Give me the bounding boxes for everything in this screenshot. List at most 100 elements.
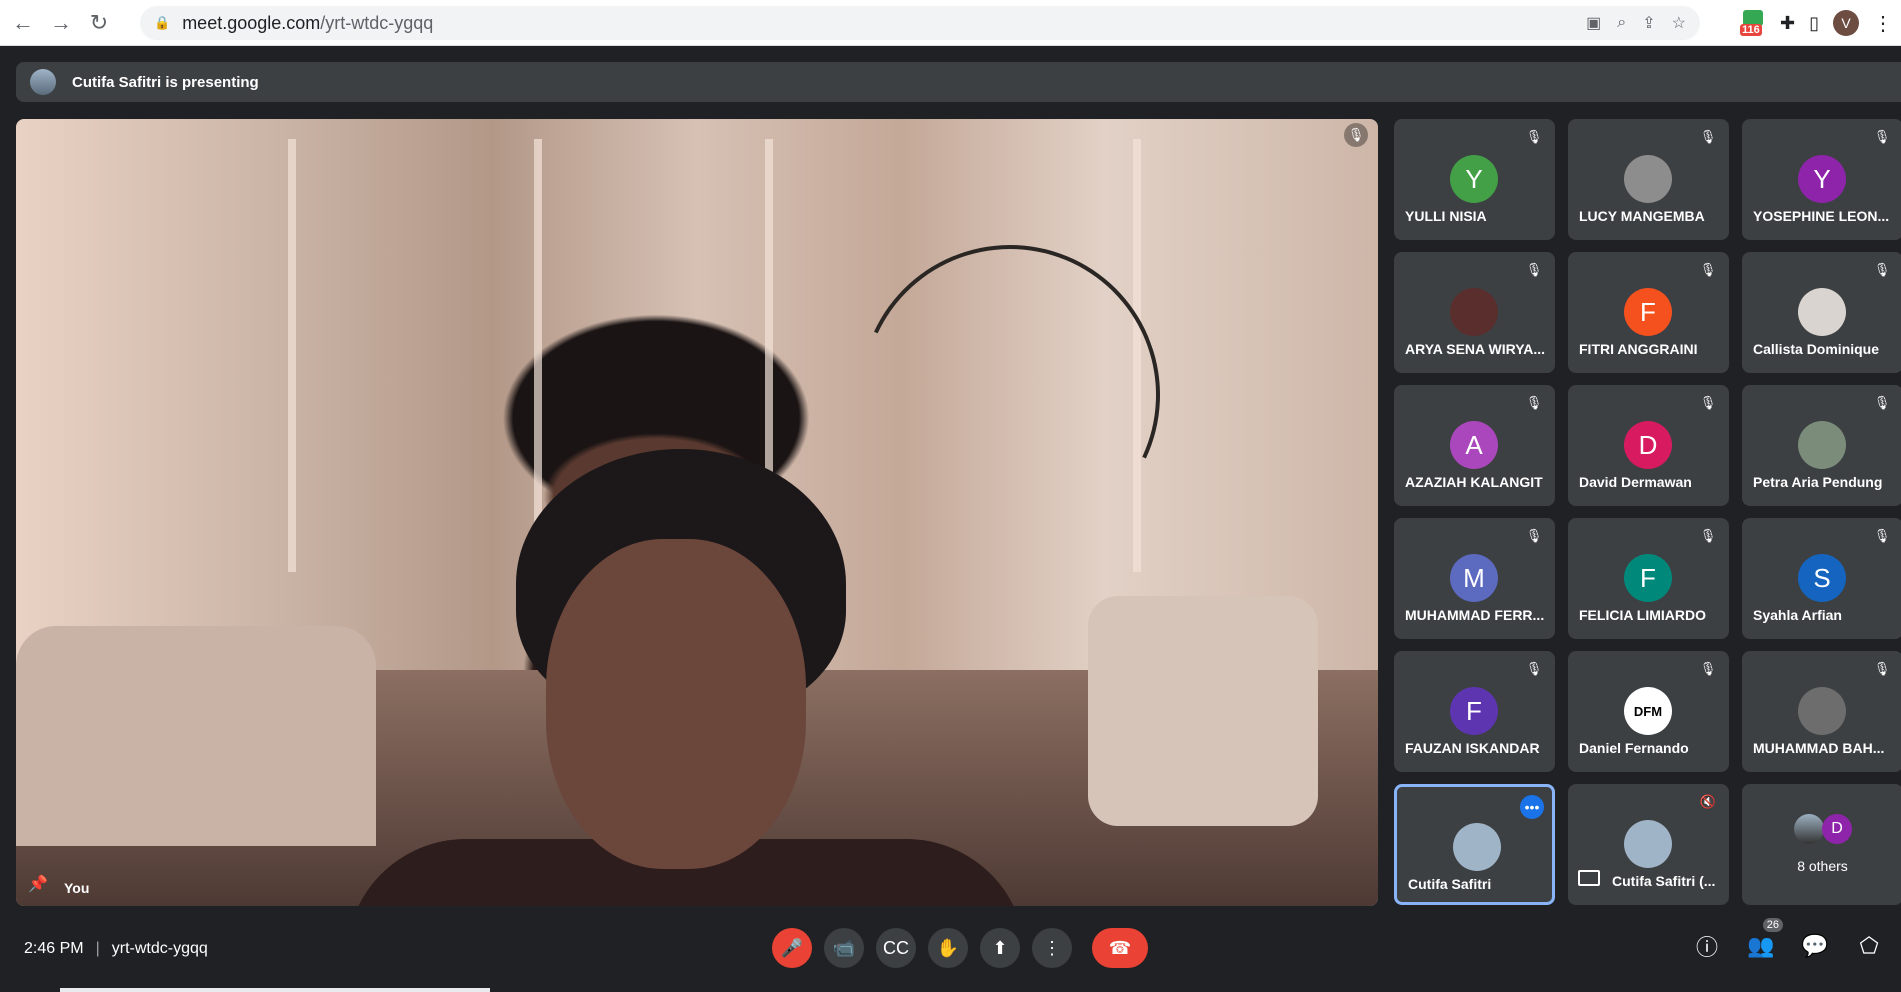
participant-name: LUCY MANGEMBA <box>1579 208 1705 224</box>
participant-name: Cutifa Safitri <box>1408 876 1492 892</box>
participant-name: Callista Dominique <box>1753 341 1880 357</box>
mic-off-icon: 🎙 <box>1699 395 1717 410</box>
bottom-bar: 2:46 PM | yrt-wtdc-ygqq 🎤 📹 CC ✋ ⬆ ⋮ ☎ ⓘ… <box>0 912 1901 992</box>
sidepanel-icon[interactable]: ▯ <box>1809 13 1819 34</box>
participant-tile[interactable]: DFM Daniel Fernando 🎙 <box>1568 651 1729 772</box>
pin-icon[interactable]: 📌 <box>28 874 48 896</box>
captions-button[interactable]: CC <box>876 928 916 968</box>
main-video[interactable]: 🎙 📌 You <box>16 119 1378 906</box>
participant-tile[interactable]: M MUHAMMAD FERR... 🎙 <box>1394 518 1555 639</box>
participant-avatar <box>1624 820 1672 868</box>
participant-tile[interactable]: D David Dermawan 🎙 <box>1568 385 1729 506</box>
present-button[interactable]: ⬆ <box>980 928 1020 968</box>
participant-name: Daniel Fernando <box>1579 740 1689 756</box>
mic-off-icon: 🎙 <box>1699 129 1717 144</box>
mic-off-icon: 🎙 <box>1873 129 1891 144</box>
participant-tile[interactable]: Cutifa Safitri (... 🔇 <box>1568 784 1729 905</box>
participant-name: YOSEPHINE LEON... <box>1753 208 1890 224</box>
participant-name: Cutifa Safitri (... <box>1612 873 1716 889</box>
participant-tile[interactable]: A AZAZIAH KALANGIT 🎙 <box>1394 385 1555 506</box>
person-face <box>546 539 806 869</box>
profile-avatar[interactable]: V <box>1833 10 1859 36</box>
chat-icon[interactable]: 💬 <box>1801 932 1829 960</box>
camera-icon[interactable]: ▣ <box>1586 13 1601 33</box>
participant-name: ARYA SENA WIRYA... <box>1405 341 1546 357</box>
camera-toggle-button[interactable]: 📹 <box>824 928 864 968</box>
address-bar[interactable]: 🔒 meet.google.com/yrt-wtdc-ygqq ▣ ⌕ ⇪ ☆ <box>140 6 1700 40</box>
mic-off-icon: 🎙 <box>1525 661 1543 676</box>
meeting-code: yrt-wtdc-ygqq <box>111 940 208 957</box>
participant-avatar: F <box>1624 288 1672 336</box>
participant-tile[interactable]: Y YOSEPHINE LEON... 🎙 <box>1742 119 1901 240</box>
mic-off-icon: 🎙 <box>1525 528 1543 543</box>
raise-hand-button[interactable]: ✋ <box>928 928 968 968</box>
star-icon[interactable]: ☆ <box>1672 13 1686 33</box>
leave-call-button[interactable]: ☎ <box>1092 928 1148 968</box>
participant-avatar: F <box>1450 687 1498 735</box>
present-icon <box>1578 870 1600 886</box>
participant-avatar: F <box>1624 554 1672 602</box>
extension-icon[interactable]: 116 <box>1740 8 1766 38</box>
participant-name: YULLI NISIA <box>1405 208 1487 224</box>
participant-tile[interactable]: ARYA SENA WIRYA... 🎙 <box>1394 252 1555 373</box>
participant-tile[interactable]: F FITRI ANGGRAINI 🎙 <box>1568 252 1729 373</box>
participant-tile[interactable]: Cutifa Safitri ••• <box>1394 784 1555 905</box>
mic-off-icon: 🎙 <box>1873 661 1891 676</box>
others-label: 8 others <box>1797 858 1848 874</box>
others-tile[interactable]: D 8 others <box>1742 784 1901 905</box>
forward-icon[interactable]: → <box>46 8 76 38</box>
more-options-button[interactable]: ⋮ <box>1032 928 1072 968</box>
url-text: meet.google.com/yrt-wtdc-ygqq <box>182 12 434 33</box>
participant-name: FITRI ANGGRAINI <box>1579 341 1698 357</box>
scrollbar[interactable] <box>60 988 490 992</box>
mic-toggle-button[interactable]: 🎤 <box>772 928 812 968</box>
lock-icon: 🔒 <box>154 15 171 30</box>
participant-name: MUHAMMAD FERR... <box>1405 607 1545 623</box>
reload-icon[interactable]: ↻ <box>84 8 114 38</box>
participant-name: David Dermawan <box>1579 474 1692 490</box>
menu-icon[interactable]: ⋮ <box>1873 11 1893 36</box>
mic-off-icon: 🎙 <box>1525 395 1543 410</box>
participant-tile[interactable]: Petra Aria Pendung 🎙 <box>1742 385 1901 506</box>
zoom-icon[interactable]: ⌕ <box>1617 14 1626 32</box>
self-name: You <box>64 880 90 896</box>
info-icon[interactable]: ⓘ <box>1693 932 1721 960</box>
mic-off-icon: 🎙 <box>1873 262 1891 277</box>
participant-avatar <box>1798 421 1846 469</box>
more-options-icon[interactable]: ••• <box>1520 795 1544 819</box>
participant-avatar <box>1453 823 1501 871</box>
others-avatar-initial: D <box>1822 814 1852 844</box>
meeting-info: 2:46 PM | yrt-wtdc-ygqq <box>24 940 208 957</box>
participant-tile[interactable]: F FELICIA LIMIARDO 🎙 <box>1568 518 1729 639</box>
participant-tile[interactable]: S Syahla Arfian 🎙 <box>1742 518 1901 639</box>
participant-tile[interactable]: LUCY MANGEMBA 🎙 <box>1568 119 1729 240</box>
participant-tile[interactable]: Y YULLI NISIA 🎙 <box>1394 119 1555 240</box>
participant-tile[interactable]: MUHAMMAD BAH... 🎙 <box>1742 651 1901 772</box>
presenting-text: Cutifa Safitri is presenting <box>72 73 259 91</box>
mic-off-icon: 🎙 <box>1344 123 1368 147</box>
mic-off-icon: 🎙 <box>1873 528 1891 543</box>
presenter-avatar <box>30 69 56 95</box>
mic-off-icon: 🎙 <box>1699 262 1717 277</box>
participant-tile[interactable]: Callista Dominique 🎙 <box>1742 252 1901 373</box>
chair <box>1088 596 1318 826</box>
mic-off-icon: 🎙 <box>1525 262 1543 277</box>
participant-name: MUHAMMAD BAH... <box>1753 740 1885 756</box>
participant-name: FAUZAN ISKANDAR <box>1405 740 1540 756</box>
mic-off-icon: 🎙 <box>1699 661 1717 676</box>
extension-badge: 116 <box>1740 24 1762 36</box>
browser-toolbar: ← → ↻ 🔒 meet.google.com/yrt-wtdc-ygqq ▣ … <box>0 0 1901 46</box>
participant-name: Petra Aria Pendung <box>1753 474 1883 490</box>
people-icon[interactable]: 👥 26 <box>1747 918 1783 960</box>
puzzle-icon[interactable]: ✚ <box>1780 13 1795 34</box>
mic-off-icon: 🎙 <box>1699 528 1717 543</box>
share-icon[interactable]: ⇪ <box>1642 13 1655 33</box>
activities-icon[interactable]: ⬠ <box>1855 932 1883 960</box>
participant-name: FELICIA LIMIARDO <box>1579 607 1707 623</box>
mic-off-icon: 🔇 <box>1699 794 1717 809</box>
participant-avatar: Y <box>1798 155 1846 203</box>
participant-tile[interactable]: F FAUZAN ISKANDAR 🎙 <box>1394 651 1555 772</box>
lamp <box>818 202 1203 588</box>
back-icon[interactable]: ← <box>8 8 38 38</box>
sofa <box>16 626 376 846</box>
